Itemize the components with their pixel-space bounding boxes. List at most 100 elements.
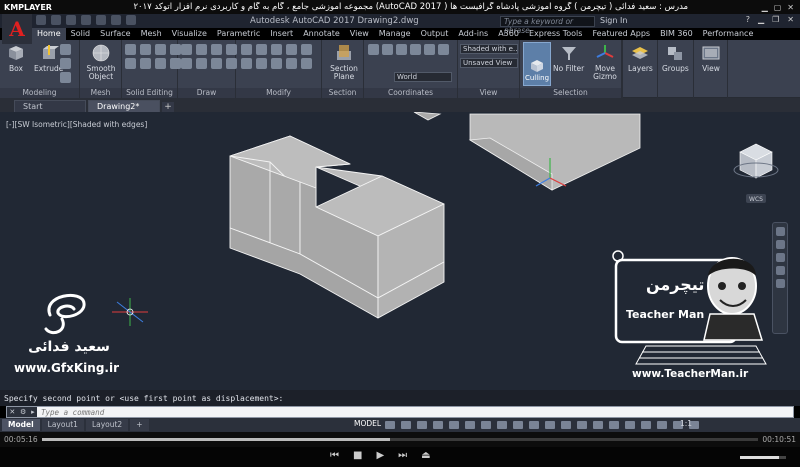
smooth-object-button[interactable]: Smooth Object [83, 43, 119, 81]
ribbon-tab-a360[interactable]: A360 [493, 28, 524, 40]
scale-icon[interactable] [271, 58, 282, 69]
ucs-icon[interactable] [368, 44, 379, 55]
ucs-face-icon[interactable] [410, 44, 421, 55]
next-icon[interactable]: ⏭ [398, 450, 407, 461]
help-icon[interactable]: ? [746, 15, 750, 24]
auto-scale-icon[interactable] [577, 421, 587, 429]
3d-object-snap-icon[interactable] [497, 421, 507, 429]
viewport-controls[interactable]: [-][SW Isometric][Shaded with edges] [6, 120, 147, 129]
units-icon[interactable] [625, 421, 635, 429]
stop-icon[interactable]: ■ [353, 450, 362, 461]
sign-in-button[interactable]: Sign In [600, 16, 627, 25]
ucs-world-icon[interactable] [382, 44, 393, 55]
ribbon-tab-performance[interactable]: Performance [698, 28, 759, 40]
ucs-previous-icon[interactable] [396, 44, 407, 55]
slice-icon[interactable] [125, 58, 136, 69]
annotation-monitor-icon[interactable] [609, 421, 619, 429]
snap-icon[interactable] [401, 421, 411, 429]
object-snap-icon[interactable] [481, 421, 491, 429]
application-menu-button[interactable]: A [2, 14, 32, 44]
circle-icon[interactable] [211, 44, 222, 55]
seek-bar[interactable] [41, 438, 759, 441]
ribbon-tab-surface[interactable]: Surface [95, 28, 135, 40]
undo-icon[interactable] [111, 15, 121, 25]
ribbon-tab-output[interactable]: Output [416, 28, 454, 40]
ribbon-tab-view[interactable]: View [345, 28, 374, 40]
rotate-icon[interactable] [256, 44, 267, 55]
polar-icon[interactable] [433, 421, 443, 429]
polygon-icon[interactable] [196, 58, 207, 69]
save-icon[interactable] [66, 15, 76, 25]
drawing-tab[interactable]: Drawing2* [88, 100, 160, 112]
command-customize-icon[interactable]: ⚙ [20, 408, 26, 416]
kmplayer-logo[interactable]: KMPLAYER [0, 3, 60, 12]
layers-button[interactable]: Layers [628, 43, 653, 73]
groups-button[interactable]: Groups [662, 43, 689, 73]
extrude-button[interactable]: Extrude [34, 43, 63, 73]
volume-slider[interactable] [740, 456, 786, 459]
workspace-icon[interactable] [593, 421, 603, 429]
play-icon[interactable]: ▶ [376, 450, 384, 461]
rectangle-icon[interactable] [181, 58, 192, 69]
fillet-icon[interactable] [256, 58, 267, 69]
ucs-view-icon[interactable] [438, 44, 449, 55]
trim-icon[interactable] [271, 44, 282, 55]
ribbon-tab-manage[interactable]: Manage [374, 28, 416, 40]
new-tab-button[interactable]: + [162, 102, 174, 112]
move-icon[interactable] [241, 44, 252, 55]
layout2-tab[interactable]: Layout2 [85, 419, 129, 431]
imprint-icon[interactable] [155, 58, 166, 69]
layout1-tab[interactable]: Layout1 [41, 419, 84, 431]
visual-style-dropdown[interactable]: Shaded with e... [460, 44, 518, 54]
section-plane-button[interactable]: Section Plane [326, 43, 362, 81]
orbit-icon[interactable] [775, 266, 785, 275]
zoom-icon[interactable] [775, 253, 785, 262]
erase-icon[interactable] [301, 58, 312, 69]
sweep-icon[interactable] [60, 58, 71, 69]
ucs-dropdown[interactable]: World [394, 72, 452, 82]
steering-wheel-icon[interactable] [775, 227, 785, 236]
ribbon-tab-annotate[interactable]: Annotate [298, 28, 345, 40]
union-icon[interactable] [125, 44, 136, 55]
box-button[interactable]: Box [6, 43, 26, 73]
lock-ui-icon[interactable] [657, 421, 667, 429]
command-recent-icon[interactable]: ▸ [31, 408, 35, 416]
gizmo-icon[interactable] [545, 421, 555, 429]
background-solid[interactable] [413, 112, 641, 191]
ribbon-tab-insert[interactable]: Insert [265, 28, 298, 40]
command-input[interactable] [37, 407, 793, 417]
model-space-button[interactable]: MODEL [354, 419, 381, 428]
ribbon-tab-bim-360[interactable]: BIM 360 [655, 28, 698, 40]
ribbon-tab-add-ins[interactable]: Add-ins [453, 28, 493, 40]
quick-properties-icon[interactable] [641, 421, 651, 429]
player-minimize-icon[interactable]: ▁ [762, 3, 768, 12]
no-filter-button[interactable]: No Filter [553, 43, 584, 73]
intersect-icon[interactable] [155, 44, 166, 55]
ribbon-tab-mesh[interactable]: Mesh [136, 28, 167, 40]
mirror-icon[interactable] [286, 44, 297, 55]
save-as-icon[interactable] [81, 15, 91, 25]
ucs-object-icon[interactable] [424, 44, 435, 55]
subtract-icon[interactable] [140, 44, 151, 55]
copy-icon[interactable] [241, 58, 252, 69]
eject-icon[interactable]: ⏏ [421, 450, 430, 461]
command-close-icon[interactable]: ✕ [9, 408, 15, 416]
object-snap-tracking-icon[interactable] [465, 421, 475, 429]
ortho-icon[interactable] [417, 421, 427, 429]
restore-icon[interactable]: ❐ [772, 15, 779, 24]
revolve-icon[interactable] [60, 72, 71, 83]
search-input[interactable]: Type a keyword or phrase [500, 16, 595, 35]
minimize-icon[interactable]: ▁ [758, 15, 764, 24]
ribbon-tab-featured-apps[interactable]: Featured Apps [587, 28, 655, 40]
annotation-visibility-icon[interactable] [561, 421, 571, 429]
selection-filter-icon[interactable] [529, 421, 539, 429]
player-close-icon[interactable]: ✕ [787, 3, 794, 12]
start-tab[interactable]: Start [14, 100, 86, 112]
view-button[interactable]: View [701, 43, 721, 73]
stretch-icon[interactable] [286, 58, 297, 69]
new-icon[interactable] [36, 15, 46, 25]
plot-icon[interactable] [96, 15, 106, 25]
ribbon-tab-solid[interactable]: Solid [66, 28, 96, 40]
ribbon-tab-express-tools[interactable]: Express Tools [524, 28, 588, 40]
ribbon-tab-visualize[interactable]: Visualize [167, 28, 212, 40]
